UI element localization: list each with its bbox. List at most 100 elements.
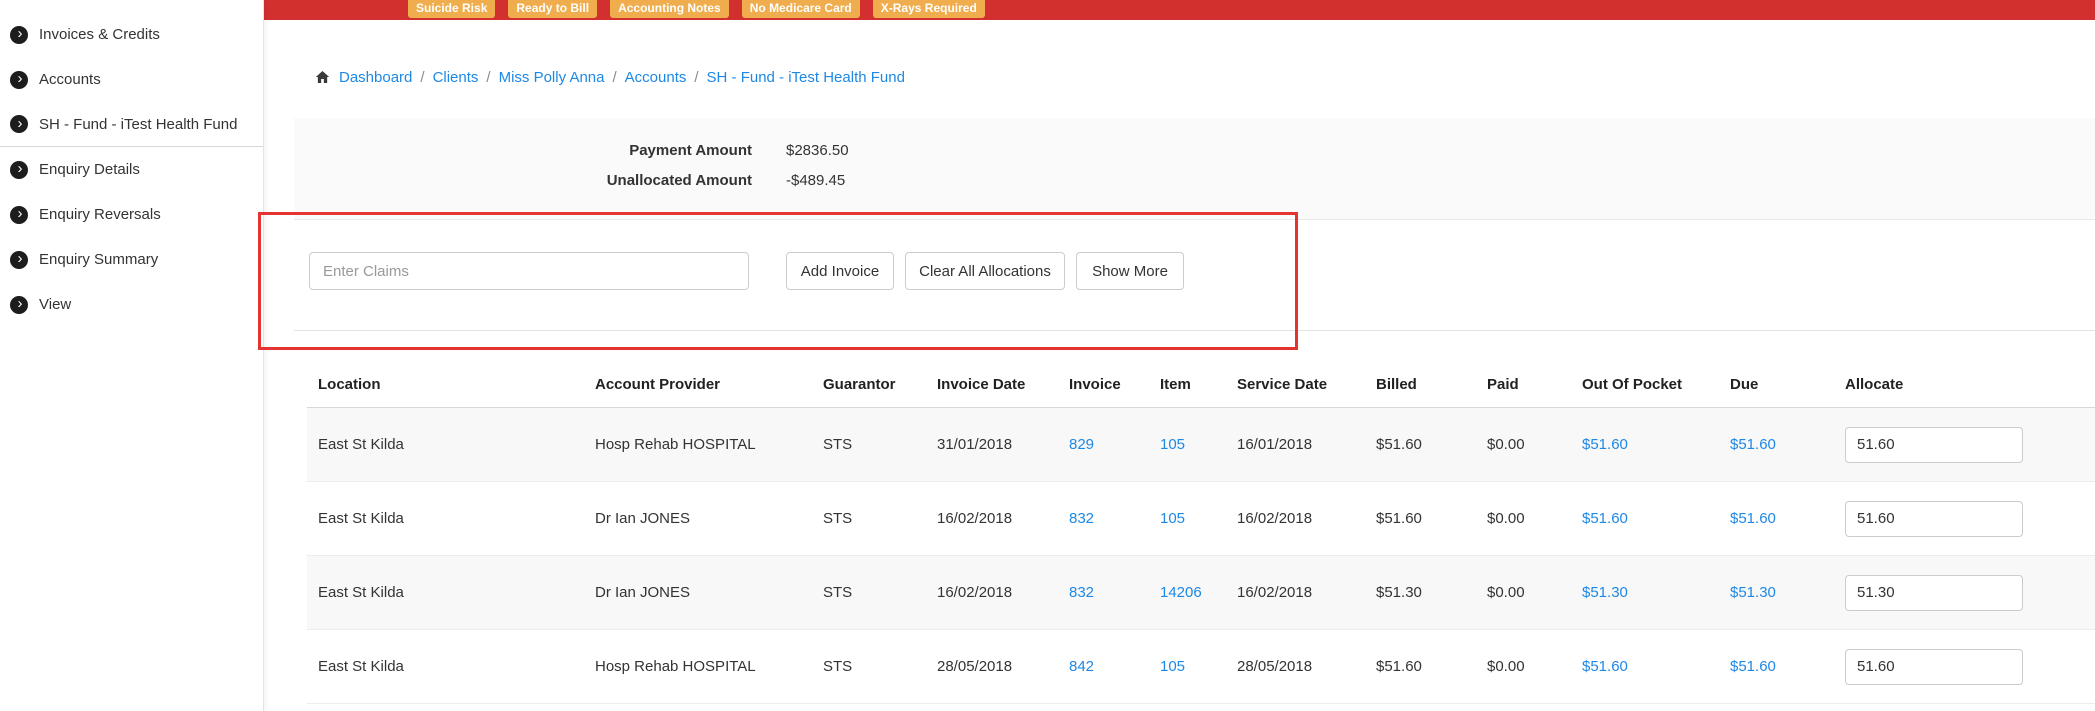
breadcrumb: Dashboard / Clients / Miss Polly Anna / …	[314, 66, 905, 88]
sidebar-item-view[interactable]: › View	[0, 282, 263, 327]
cell-service-date: 16/02/2018	[1237, 510, 1313, 527]
cell-allocate	[1834, 574, 2095, 611]
item-link[interactable]: 105	[1160, 658, 1185, 675]
enter-claims-input[interactable]	[309, 252, 749, 290]
table-row: East St Kilda Hosp Rehab HOSPITAL STS 31…	[307, 408, 2095, 482]
badge-xrays-required: X-Rays Required	[872, 0, 985, 18]
sidebar-item-label: View	[39, 296, 72, 313]
col-header-out-of-pocket: Out Of Pocket	[1582, 376, 1683, 393]
breadcrumb-clients[interactable]: Clients	[433, 69, 479, 86]
breadcrumb-separator: /	[420, 68, 425, 86]
table-row: East St Kilda Dr Ian JONES STS 16/02/201…	[307, 482, 2095, 556]
chevron-circle-icon: ›	[10, 250, 28, 269]
cell-allocate	[1834, 648, 2095, 685]
cell-paid: $0.00	[1487, 658, 1525, 675]
chevron-circle-icon: ›	[10, 160, 28, 179]
cell-out-of-pocket: $51.30	[1571, 584, 1719, 601]
invoice-link[interactable]: 832	[1069, 510, 1094, 527]
allocate-input[interactable]	[1845, 500, 2023, 537]
sidebar-item-label: SH - Fund - iTest Health Fund	[39, 115, 238, 133]
col-header-allocate: Allocate	[1845, 376, 1904, 393]
table-body: East St Kilda Hosp Rehab HOSPITAL STS 31…	[307, 408, 2095, 704]
cell-invoice: 829	[1058, 436, 1149, 453]
out-of-pocket-link[interactable]: $51.30	[1582, 584, 1628, 601]
allocate-input[interactable]	[1845, 574, 2023, 611]
add-invoice-button[interactable]: Add Invoice	[786, 252, 894, 290]
sidebar-item-enquiry-summary[interactable]: › Enquiry Summary	[0, 237, 263, 282]
breadcrumb-separator: /	[612, 68, 617, 86]
cell-location: East St Kilda	[318, 436, 404, 453]
col-header-paid: Paid	[1487, 376, 1519, 393]
out-of-pocket-link[interactable]: $51.60	[1582, 510, 1628, 527]
invoice-link[interactable]: 832	[1069, 584, 1094, 601]
col-header-account-provider: Account Provider	[595, 376, 721, 393]
col-header-invoice: Invoice	[1069, 376, 1121, 393]
breadcrumb-client-name[interactable]: Miss Polly Anna	[499, 69, 605, 86]
cell-out-of-pocket: $51.60	[1571, 510, 1719, 527]
payment-amount-value: $2836.50	[786, 141, 849, 159]
cell-billed: $51.60	[1376, 436, 1422, 453]
col-header-invoice-date: Invoice Date	[937, 376, 1026, 393]
sidebar-item-label: Accounts	[39, 71, 101, 88]
badge-ready-to-bill: Ready to Bill	[508, 0, 598, 18]
table-header-row: Location Account Provider Guarantor Invo…	[307, 362, 2095, 408]
breadcrumb-accounts[interactable]: Accounts	[625, 69, 687, 86]
breadcrumb-separator: /	[486, 68, 491, 86]
sidebar-item-sh-fund[interactable]: › SH - Fund - iTest Health Fund	[0, 102, 263, 147]
section-divider	[294, 330, 2095, 331]
chevron-circle-icon: ›	[10, 295, 28, 314]
cell-account-provider: Dr Ian JONES	[595, 510, 691, 527]
home-icon[interactable]	[314, 69, 331, 85]
cell-service-date: 28/05/2018	[1237, 658, 1313, 675]
out-of-pocket-link[interactable]: $51.60	[1582, 436, 1628, 453]
col-header-guarantor: Guarantor	[823, 376, 896, 393]
show-more-button[interactable]: Show More	[1076, 252, 1184, 290]
cell-location: East St Kilda	[318, 584, 404, 601]
sidebar-item-accounts[interactable]: › Accounts	[0, 57, 263, 102]
col-header-service-date: Service Date	[1237, 376, 1328, 393]
due-link[interactable]: $51.60	[1730, 436, 1776, 453]
main-content: Dashboard / Clients / Miss Polly Anna / …	[264, 20, 2095, 711]
table-row: East St Kilda Hosp Rehab HOSPITAL STS 28…	[307, 630, 2095, 704]
cell-billed: $51.60	[1376, 510, 1422, 527]
due-link[interactable]: $51.60	[1730, 510, 1776, 527]
cell-item: 105	[1149, 510, 1226, 527]
cell-location: East St Kilda	[318, 510, 404, 527]
due-link[interactable]: $51.30	[1730, 584, 1776, 601]
payment-summary-panel: Payment Amount $2836.50 Unallocated Amou…	[294, 118, 2095, 220]
cell-paid: $0.00	[1487, 510, 1525, 527]
cell-due: $51.30	[1719, 584, 1834, 601]
cell-guarantor: STS	[823, 658, 853, 675]
cell-invoice-date: 16/02/2018	[937, 510, 1013, 527]
cell-invoice: 832	[1058, 510, 1149, 527]
cell-account-provider: Hosp Rehab HOSPITAL	[595, 658, 756, 675]
item-link[interactable]: 14206	[1160, 584, 1202, 601]
cell-due: $51.60	[1719, 510, 1834, 527]
item-link[interactable]: 105	[1160, 510, 1185, 527]
invoice-link[interactable]: 829	[1069, 436, 1094, 453]
sidebar-item-enquiry-reversals[interactable]: › Enquiry Reversals	[0, 192, 263, 237]
unallocated-amount-value: -$489.45	[786, 171, 846, 189]
col-header-location: Location	[318, 376, 381, 393]
badge-suicide-risk: Suicide Risk	[408, 0, 496, 18]
clear-all-allocations-button[interactable]: Clear All Allocations	[905, 252, 1065, 290]
sidebar-item-label: Enquiry Summary	[39, 251, 159, 268]
item-link[interactable]: 105	[1160, 436, 1185, 453]
sidebar-item-invoices-credits[interactable]: › Invoices & Credits	[0, 12, 263, 57]
chevron-circle-icon: ›	[10, 115, 28, 133]
allocate-input[interactable]	[1845, 426, 2023, 463]
cell-invoice: 842	[1058, 658, 1149, 675]
allocate-input[interactable]	[1845, 648, 2023, 685]
breadcrumb-fund[interactable]: SH - Fund - iTest Health Fund	[707, 69, 905, 86]
sidebar-item-enquiry-details[interactable]: › Enquiry Details	[0, 147, 263, 192]
cell-due: $51.60	[1719, 658, 1834, 675]
cell-location: East St Kilda	[318, 658, 404, 675]
invoice-link[interactable]: 842	[1069, 658, 1094, 675]
cell-allocate	[1834, 426, 2095, 463]
cell-item: 105	[1149, 658, 1226, 675]
due-link[interactable]: $51.60	[1730, 658, 1776, 675]
table-row: East St Kilda Dr Ian JONES STS 16/02/201…	[307, 556, 2095, 630]
out-of-pocket-link[interactable]: $51.60	[1582, 658, 1628, 675]
cell-out-of-pocket: $51.60	[1571, 436, 1719, 453]
breadcrumb-dashboard[interactable]: Dashboard	[339, 69, 412, 86]
